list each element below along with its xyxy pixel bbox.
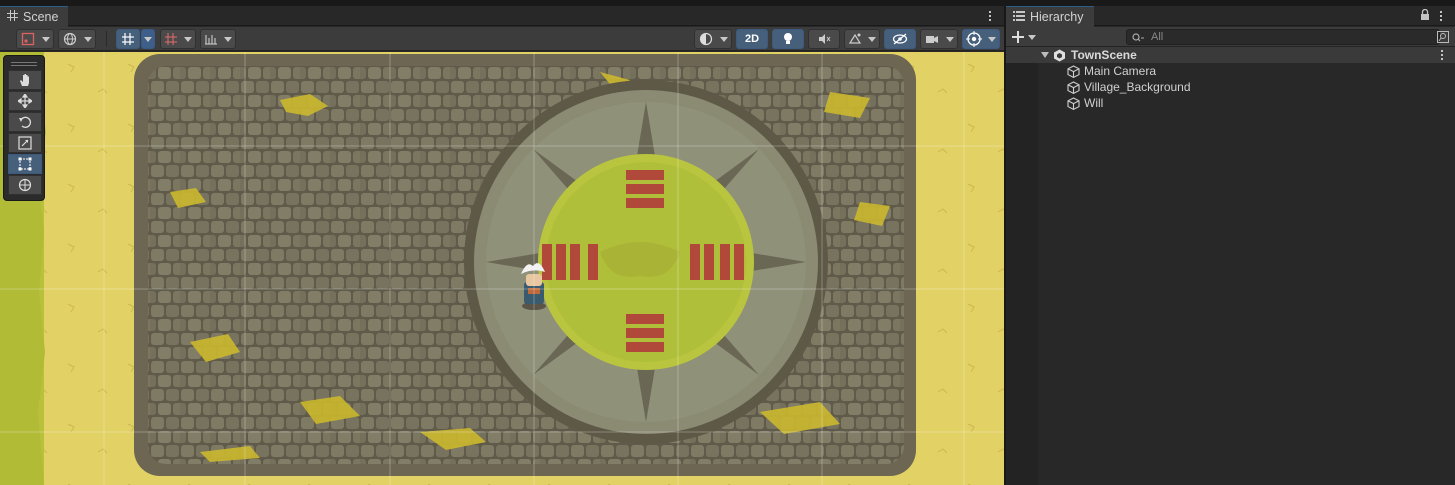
grid-visibility-icon <box>165 33 177 45</box>
rotate-icon <box>19 116 31 128</box>
scene-row-townscene[interactable]: TownScene <box>1006 47 1455 63</box>
2d-mode-label: 2D <box>744 33 760 45</box>
lighting-toggle[interactable] <box>772 29 804 49</box>
chevron-down-icon <box>83 36 92 42</box>
hierarchy-item-label: Will <box>1084 96 1104 110</box>
hierarchy-toolbar: All <box>1006 27 1455 47</box>
gizmos-dropdown[interactable] <box>962 29 1000 49</box>
grid-icon <box>7 10 18 24</box>
hierarchy-panel: Hierarchy All TownScene Main Camera Vill… <box>1006 6 1455 485</box>
hierarchy-tree: TownScene Main Camera Village_Background… <box>1006 47 1455 485</box>
tab-scene[interactable]: Scene <box>0 6 69 27</box>
hierarchy-item-will[interactable]: Will <box>1067 95 1103 111</box>
chevron-down-icon <box>868 36 876 42</box>
lock-icon[interactable] <box>1420 8 1430 24</box>
palette-grip-handle[interactable] <box>7 59 41 69</box>
tab-hierarchy[interactable]: Hierarchy <box>1006 6 1094 27</box>
hand-tool-button[interactable] <box>8 70 42 90</box>
unity-scene-icon <box>1054 49 1065 62</box>
draw-mode-dropdown[interactable] <box>16 29 54 49</box>
village-background-sprite <box>0 52 1004 485</box>
scale-tool-button[interactable] <box>8 133 42 153</box>
hierarchy-gutter <box>1006 47 1038 485</box>
scene-name: TownScene <box>1071 48 1137 62</box>
grid-snapping-dropdown[interactable] <box>141 29 155 49</box>
hierarchy-menu-icon[interactable] <box>1436 9 1446 23</box>
search-icon <box>1132 33 1144 42</box>
plus-icon <box>1012 31 1024 43</box>
scene-visibility-toggle[interactable] <box>884 29 916 49</box>
scene-tab-bar: Scene <box>0 6 1004 27</box>
audio-muted-icon <box>819 34 831 44</box>
scene-toolbar: 2D <box>0 27 1004 51</box>
toolbar-divider <box>106 31 107 47</box>
tool-palette <box>3 55 45 201</box>
scene-search-icon[interactable] <box>1437 31 1449 46</box>
effects-dropdown[interactable] <box>844 29 880 49</box>
globe-icon <box>63 32 76 46</box>
hierarchy-item-label: Main Camera <box>1084 64 1157 78</box>
grid-visibility-dropdown[interactable] <box>160 29 196 49</box>
gameobject-cube-icon <box>1067 96 1080 110</box>
grid-snap-icon <box>122 33 134 45</box>
lightbulb-icon <box>784 33 792 44</box>
global-local-dropdown[interactable] <box>58 29 96 49</box>
audio-toggle[interactable] <box>808 29 840 49</box>
scene-tab-label: Scene <box>23 10 59 24</box>
2d-mode-toggle[interactable]: 2D <box>736 29 768 49</box>
chevron-down-icon <box>41 36 50 42</box>
increment-snap-dropdown[interactable] <box>200 29 236 49</box>
camera-icon <box>925 36 938 43</box>
shading-sphere-icon <box>699 32 712 46</box>
list-icon <box>1013 10 1025 24</box>
search-placeholder: All <box>1151 31 1164 43</box>
chevron-down-icon <box>719 36 728 42</box>
gameobject-cube-icon <box>1067 64 1080 78</box>
chevron-down-icon <box>144 36 152 42</box>
chevron-down-icon <box>224 36 232 42</box>
scene-camera-dropdown[interactable] <box>920 29 958 49</box>
scene-panel-menu-icon[interactable] <box>985 9 995 23</box>
transform-tool-button[interactable] <box>8 175 42 195</box>
create-dropdown[interactable] <box>1012 29 1040 45</box>
chevron-down-icon <box>1028 34 1036 40</box>
move-tool-button[interactable] <box>8 91 42 111</box>
hierarchy-tab-label: Hierarchy <box>1030 10 1084 24</box>
rect-transform-icon <box>18 157 32 171</box>
hierarchy-tab-bar: Hierarchy <box>1006 6 1455 27</box>
hierarchy-item-village-background[interactable]: Village_Background <box>1067 79 1191 95</box>
expand-triangle-icon[interactable] <box>1041 52 1049 58</box>
scene-viewport[interactable] <box>0 52 1004 485</box>
chevron-down-icon <box>945 36 954 42</box>
hand-icon <box>20 74 29 86</box>
chevron-down-icon <box>988 36 996 42</box>
eye-hidden-icon <box>892 33 908 45</box>
hierarchy-item-main-camera[interactable]: Main Camera <box>1067 63 1156 79</box>
scale-icon <box>18 136 32 150</box>
rotate-tool-button[interactable] <box>8 112 42 132</box>
chevron-down-icon <box>184 36 192 42</box>
effects-icon <box>848 33 862 44</box>
hierarchy-search-input[interactable]: All <box>1126 29 1440 45</box>
draw-mode-icon <box>21 32 34 46</box>
transform-icon <box>18 178 32 192</box>
hierarchy-item-label: Village_Background <box>1084 80 1191 94</box>
unity-editor: Scene 2D Hierarchy All TownScene Main Ca… <box>0 0 1455 485</box>
scene-panel: Scene 2D <box>0 6 1004 485</box>
gameobject-cube-icon <box>1067 80 1080 94</box>
move-arrows-icon <box>18 94 32 108</box>
shading-mode-dropdown[interactable] <box>694 29 732 49</box>
rect-tool-button[interactable] <box>8 154 42 174</box>
scene-row-menu-icon[interactable] <box>1437 48 1447 62</box>
ruler-icon <box>205 35 217 45</box>
gizmo-icon <box>966 31 982 47</box>
grid-snapping-toggle[interactable] <box>116 29 140 49</box>
